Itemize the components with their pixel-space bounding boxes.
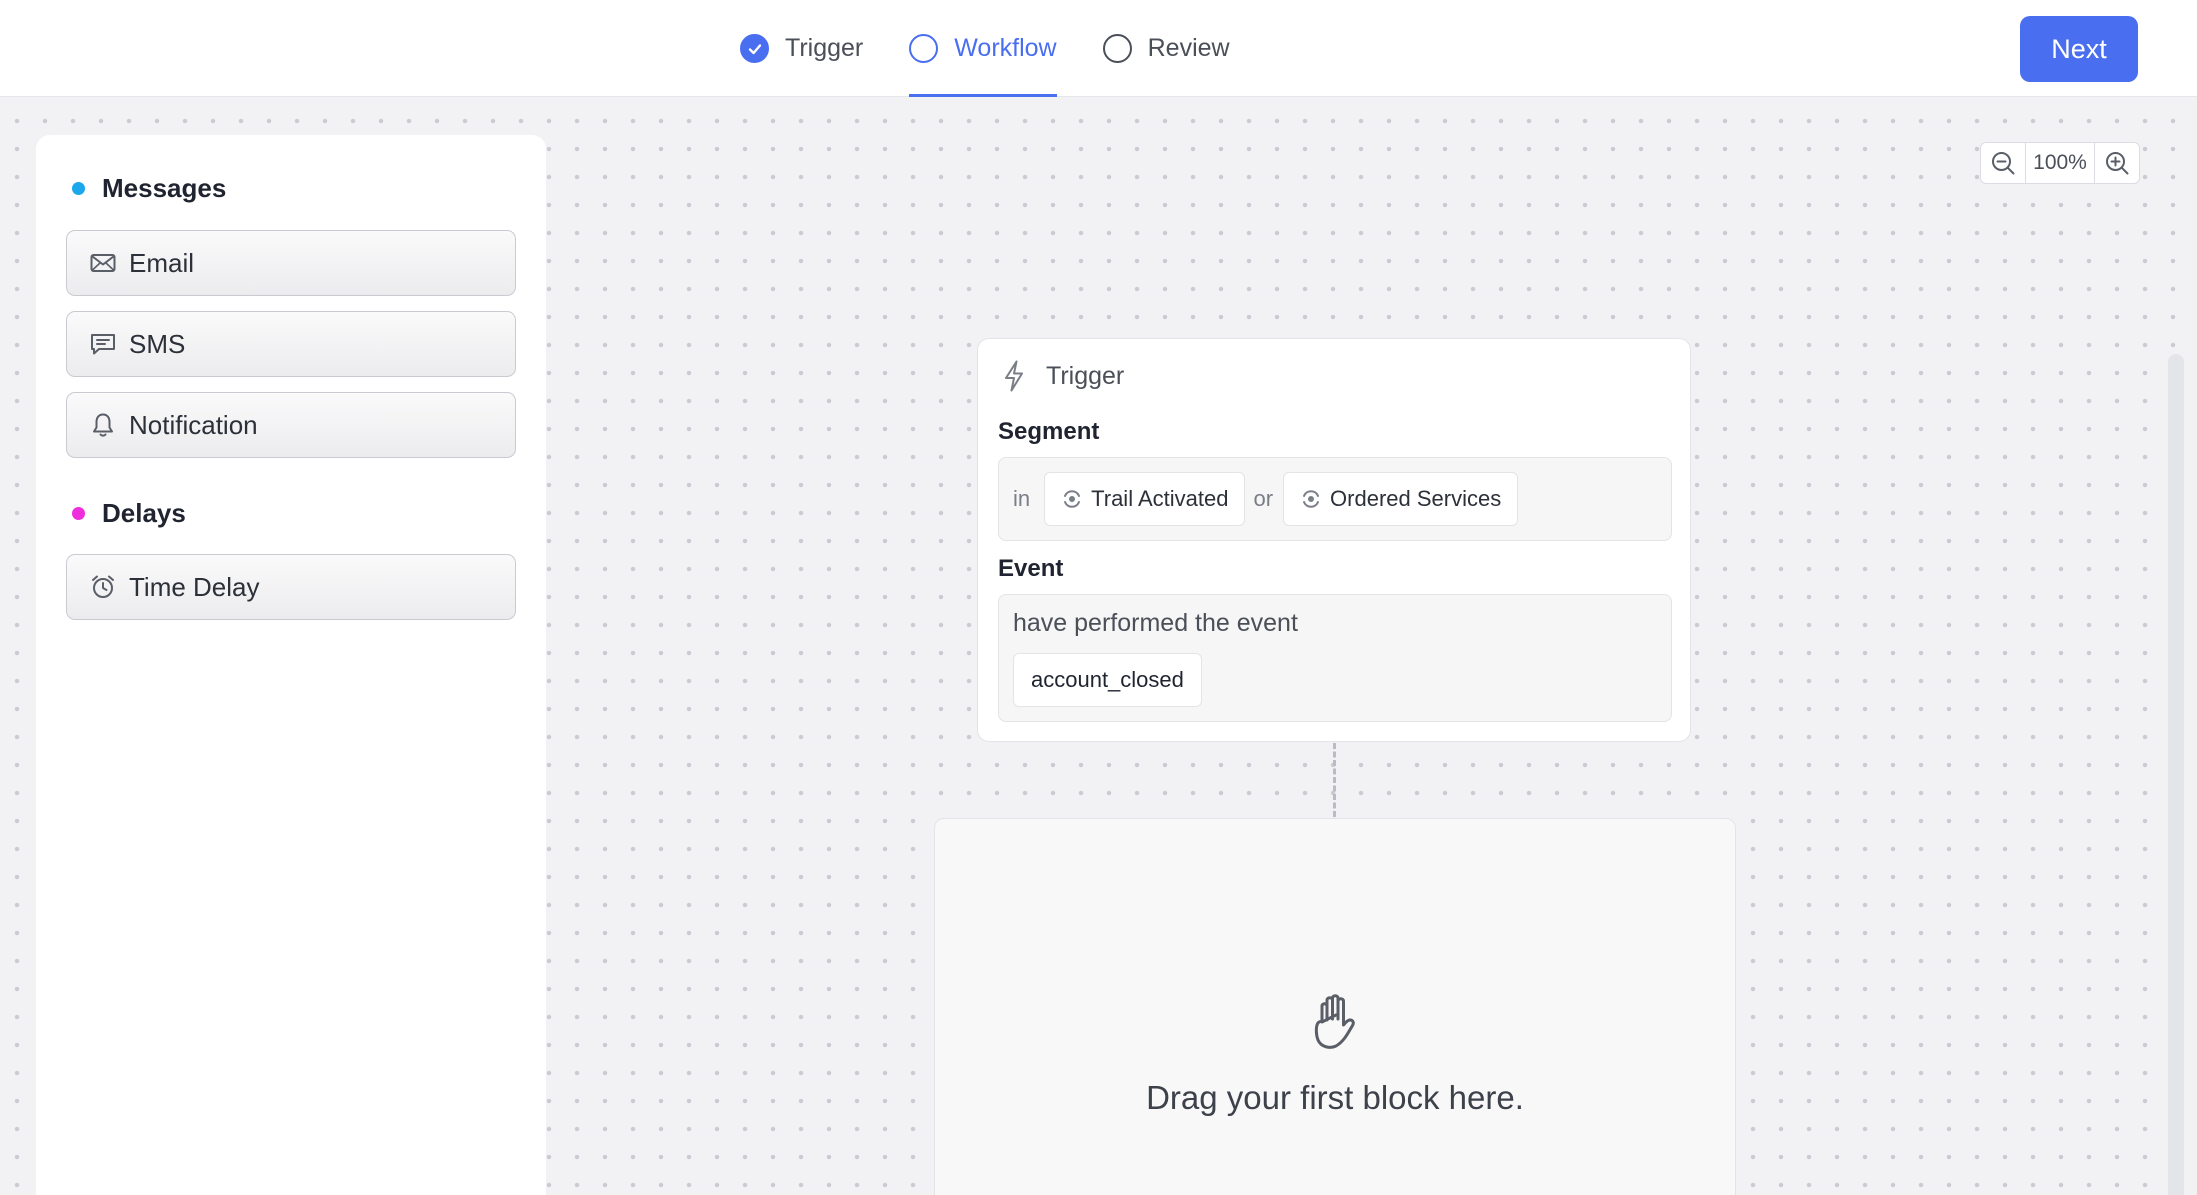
step-review[interactable]: Review <box>1102 0 1230 97</box>
circle-icon <box>909 34 939 63</box>
block-sms[interactable]: SMS <box>66 311 516 377</box>
segment-joiner: or <box>1253 486 1274 511</box>
zoom-out-icon[interactable] <box>1981 143 2025 183</box>
event-label: Event <box>998 555 1064 582</box>
block-drop-zone[interactable]: Drag your first block here. <box>934 818 1736 1195</box>
next-button[interactable]: Next <box>2020 16 2138 82</box>
step-label: Trigger <box>785 34 864 62</box>
delays-dot <box>72 507 85 520</box>
block-email[interactable]: Email <box>66 230 516 296</box>
zoom-level: 100% <box>2025 143 2095 183</box>
block-label: Notification <box>129 409 258 440</box>
segment-label: Segment <box>998 418 1100 445</box>
segment-prefix: in <box>1013 486 1031 511</box>
vertical-scrollbar[interactable] <box>2168 354 2184 1195</box>
zoom-in-icon[interactable] <box>2095 143 2139 183</box>
block-label: SMS <box>129 328 186 359</box>
trigger-card[interactable]: Trigger Segment in Trail Activated or Or… <box>977 338 1691 742</box>
lightning-bolt-icon <box>1000 359 1028 393</box>
segment-chip-ordered-services[interactable]: Ordered Services <box>1283 472 1519 526</box>
segment-icon <box>1061 488 1083 510</box>
top-bar: Trigger Workflow Review Next <box>0 0 2197 97</box>
segment-name: Ordered Services <box>1330 486 1502 511</box>
step-workflow[interactable]: Workflow <box>909 0 1057 97</box>
drop-zone-text: Drag your first block here. <box>1146 1079 1524 1116</box>
chat-icon <box>89 330 117 358</box>
segment-name: Trail Activated <box>1091 486 1229 511</box>
segment-box: in Trail Activated or Ordered Services <box>998 457 1672 541</box>
bell-icon <box>89 411 117 439</box>
app-root: Trigger Workflow Review Next Messages Em… <box>0 0 2197 1195</box>
section-title-messages: Messages <box>102 173 227 203</box>
event-description: have performed the event <box>1013 609 1298 637</box>
segment-chip-trail-activated[interactable]: Trail Activated <box>1044 472 1246 526</box>
section-messages: Messages <box>72 173 226 204</box>
section-delays: Delays <box>72 498 186 529</box>
step-label: Workflow <box>954 34 1057 62</box>
step-trigger[interactable]: Trigger <box>740 0 863 97</box>
mail-icon <box>89 249 117 277</box>
alarm-clock-icon <box>89 573 117 601</box>
section-title-delays: Delays <box>102 498 186 528</box>
block-palette: Messages Email SMS Notification Delays T… <box>36 135 546 1195</box>
trigger-card-header: Trigger <box>1000 359 1124 393</box>
messages-dot <box>72 182 85 195</box>
block-notification[interactable]: Notification <box>66 392 516 458</box>
block-label: Email <box>129 247 195 278</box>
circle-icon <box>1102 34 1132 63</box>
hand-icon <box>1308 992 1364 1052</box>
step-label: Review <box>1147 34 1230 62</box>
event-name-chip[interactable]: account_closed <box>1013 653 1202 707</box>
trigger-card-title: Trigger <box>1046 361 1125 390</box>
block-label: Time Delay <box>129 571 260 602</box>
zoom-control: 100% <box>1980 142 2140 184</box>
event-box: have performed the event account_closed <box>998 594 1672 722</box>
segment-icon <box>1300 488 1322 510</box>
block-time-delay[interactable]: Time Delay <box>66 554 516 620</box>
stepper: Trigger Workflow Review <box>740 0 1276 97</box>
connector-line <box>1333 743 1336 817</box>
check-circle-icon <box>740 34 769 63</box>
